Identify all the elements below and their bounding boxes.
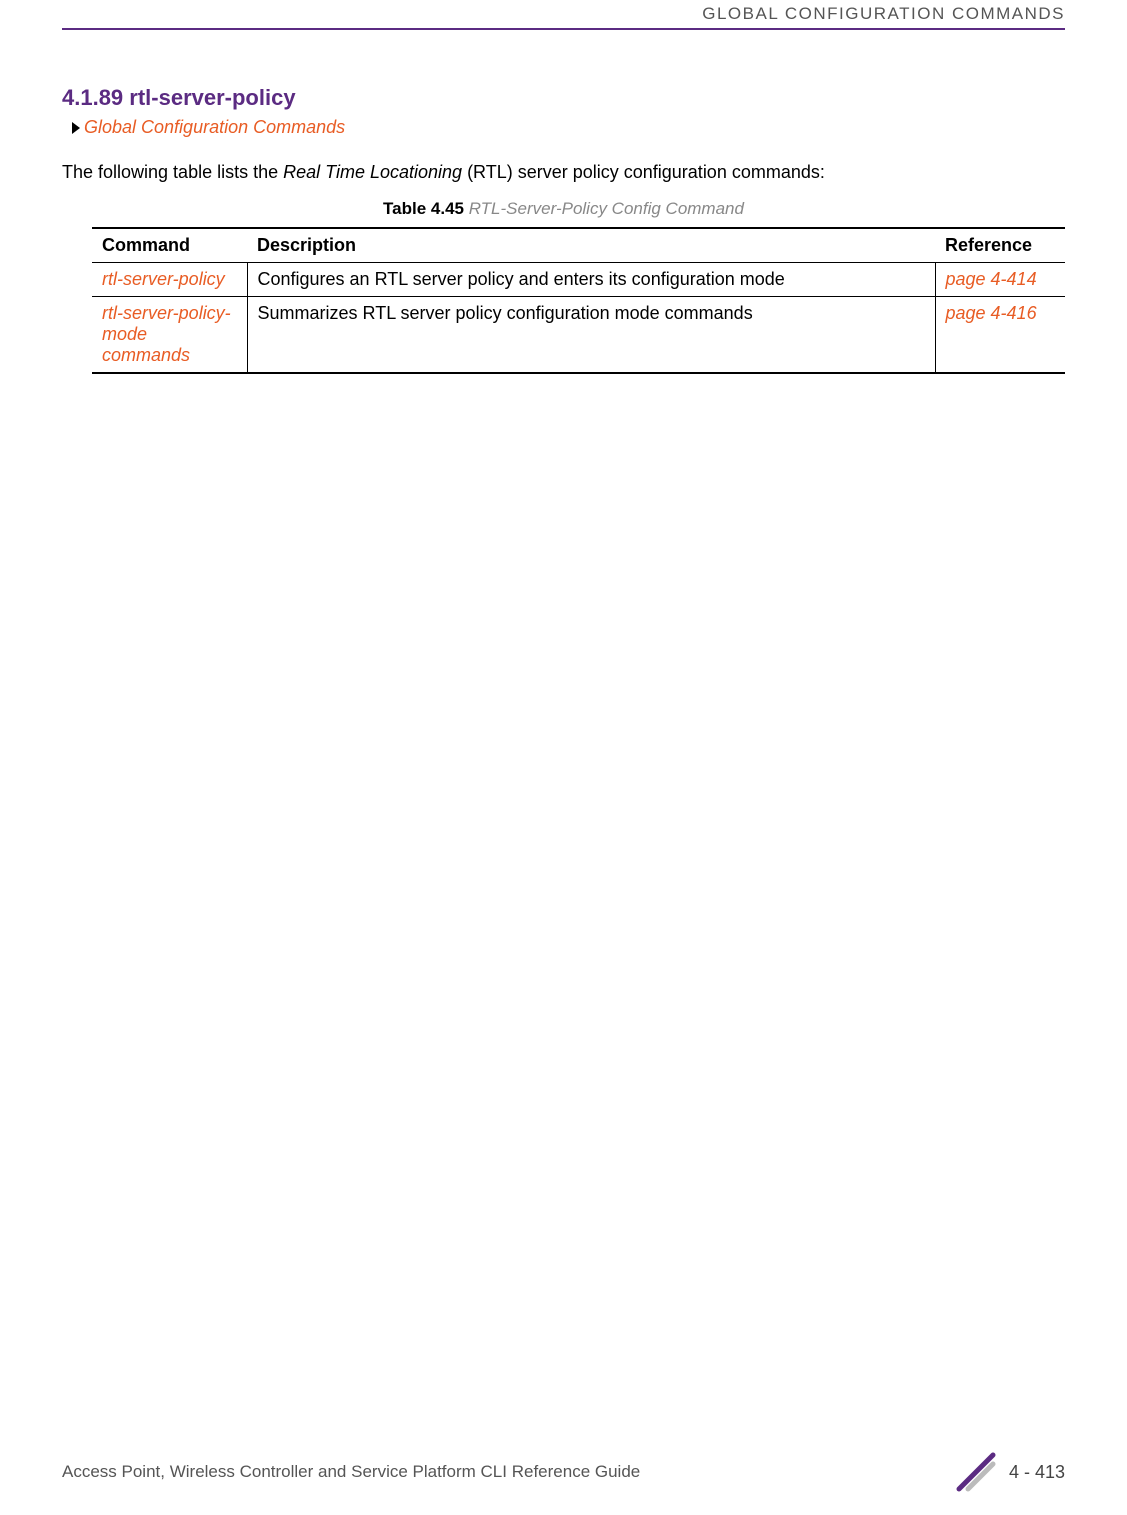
running-header: GLOBAL CONFIGURATION COMMANDS <box>702 0 1065 24</box>
caption-label: Table 4.45 <box>383 199 464 218</box>
th-command: Command <box>92 228 247 263</box>
page-number: 4 - 413 <box>1009 1462 1065 1483</box>
page-footer: Access Point, Wireless Controller and Se… <box>62 1451 1065 1493</box>
table-row: rtl-server-policy-mode commands Summariz… <box>92 297 1065 374</box>
header-rule <box>62 28 1065 30</box>
breadcrumb-link[interactable]: Global Configuration Commands <box>84 117 345 138</box>
triangle-right-icon <box>72 122 80 134</box>
reference-link[interactable]: page 4-414 <box>946 269 1037 289</box>
table-header-row: Command Description Reference <box>92 228 1065 263</box>
th-reference: Reference <box>935 228 1065 263</box>
command-table: Command Description Reference rtl-server… <box>92 227 1065 374</box>
command-link[interactable]: rtl-server-policy-mode commands <box>102 303 231 365</box>
reference-link[interactable]: page 4-416 <box>946 303 1037 323</box>
th-description: Description <box>247 228 935 263</box>
brand-logo-icon <box>955 1451 997 1493</box>
intro-text-italic: Real Time Locationing <box>283 162 462 182</box>
footer-guide-title: Access Point, Wireless Controller and Se… <box>62 1462 640 1482</box>
intro-text-suffix: (RTL) server policy configuration comman… <box>462 162 825 182</box>
intro-text-prefix: The following table lists the <box>62 162 283 182</box>
table-row: rtl-server-policy Configures an RTL serv… <box>92 263 1065 297</box>
description-cell: Summarizes RTL server policy configurati… <box>247 297 935 374</box>
table-caption: Table 4.45 RTL-Server-Policy Config Comm… <box>62 199 1065 219</box>
footer-right: 4 - 413 <box>955 1451 1065 1493</box>
page-content: 4.1.89 rtl-server-policy Global Configur… <box>62 85 1065 374</box>
command-link[interactable]: rtl-server-policy <box>102 269 225 289</box>
breadcrumb: Global Configuration Commands <box>72 117 1065 138</box>
description-cell: Configures an RTL server policy and ente… <box>247 263 935 297</box>
section-heading: 4.1.89 rtl-server-policy <box>62 85 1065 111</box>
intro-paragraph: The following table lists the Real Time … <box>62 160 1065 185</box>
caption-title: RTL-Server-Policy Config Command <box>464 199 744 218</box>
